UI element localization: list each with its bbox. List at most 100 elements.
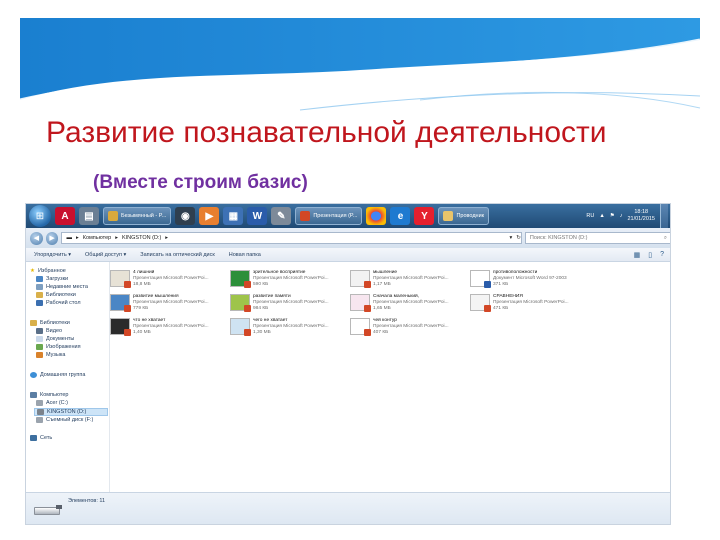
nav-item-recent[interactable]: Недавние места	[36, 284, 88, 290]
nav-item-network[interactable]: Сеть	[30, 435, 52, 441]
nav-item-drive-f[interactable]: Съемный диск (F:)	[36, 417, 93, 423]
explorer-icon[interactable]: ▤	[79, 207, 99, 225]
nav-item-homegroup[interactable]: Домашняя группа	[30, 372, 85, 378]
file-item[interactable]: Сначала маленький, Презентация Microsoft …	[350, 294, 468, 314]
library-icon	[30, 320, 37, 326]
slide-subtitle: (Вместе строим базис)	[93, 172, 308, 193]
file-item[interactable]: зрительное восприятие Презентация Microso…	[230, 270, 348, 290]
desktop-icon	[36, 300, 43, 306]
breadcrumb-computer[interactable]: Компьютер	[83, 235, 111, 241]
nav-item-label: Недавние места	[46, 284, 88, 290]
presentation-thumbnail-icon	[230, 294, 251, 312]
file-item[interactable]: противоположности Документ Microsoft Word…	[470, 270, 588, 290]
show-desktop-button[interactable]	[660, 204, 668, 228]
network-icon[interactable]: ▦	[223, 207, 244, 225]
taskbar-window-paint[interactable]: Безымянный - P...	[103, 207, 172, 225]
share-button[interactable]: Общий доступ ▾	[85, 252, 126, 258]
network-icon	[30, 435, 37, 441]
start-button[interactable]: ⊞	[29, 205, 51, 227]
file-item[interactable]: СРАВНЕНИЯ Презентация Microsoft PowerPoi.…	[470, 294, 588, 314]
file-item[interactable]: развитие памяти Презентация Microsoft Pow…	[230, 294, 348, 314]
nav-item-label: Компьютер	[40, 392, 69, 398]
taskbar-window-label: Проводник	[456, 213, 485, 219]
chevron-down-icon[interactable]: ▾	[510, 235, 513, 241]
nav-item-label: KINGSTON (D:)	[47, 409, 87, 415]
nav-item-pictures[interactable]: Изображения	[36, 344, 81, 350]
camera-icon[interactable]: ◉	[175, 207, 196, 225]
nav-item-drive-d[interactable]: KINGSTON (D:)	[34, 408, 108, 416]
language-indicator[interactable]: RU	[586, 213, 594, 219]
adobe-icon[interactable]: A	[55, 207, 75, 225]
powerpoint-icon	[244, 329, 251, 336]
forward-button[interactable]: ▶	[45, 231, 59, 245]
new-folder-button[interactable]: Новая папка	[229, 252, 261, 258]
tools-icon[interactable]: ✎	[271, 207, 292, 225]
presentation-thumbnail-icon	[470, 294, 491, 312]
address-path[interactable]: ▬ ▸ Компьютер ▸ KINGSTON (D:) ▸ ▾ ↻	[61, 232, 522, 244]
chrome-icon[interactable]	[366, 207, 387, 225]
clock[interactable]: 18:18 21/01/2015	[627, 209, 655, 223]
nav-item-downloads[interactable]: Загрузки	[36, 276, 68, 282]
command-bar: Упорядочить ▾ Общий доступ ▾ Записать на…	[26, 248, 670, 262]
music-icon	[36, 352, 43, 358]
nav-item-drive-c[interactable]: Acer (C:)	[36, 400, 68, 406]
address-bar: ◀ ▶ ▬ ▸ Компьютер ▸ KINGSTON (D:) ▸ ▾ ↻ …	[26, 228, 670, 248]
presentation-thumbnail-icon	[350, 270, 371, 288]
homegroup-icon	[30, 372, 37, 378]
nav-item-libraries[interactable]: Библиотеки	[30, 320, 70, 326]
file-item[interactable]: чего не хватает Презентация Microsoft Pow…	[230, 318, 348, 338]
refresh-icon[interactable]: ↻	[516, 235, 521, 241]
clock-date: 21/01/2015	[627, 216, 655, 222]
nav-item-video[interactable]: Видео	[36, 328, 62, 334]
burn-button[interactable]: Записать на оптический диск	[140, 252, 214, 258]
flag-icon[interactable]: ⚑	[610, 213, 615, 219]
computer-icon	[30, 392, 37, 398]
usb-drive-icon	[34, 503, 62, 517]
nav-item-music[interactable]: Музыка	[36, 352, 65, 358]
star-icon: ★	[30, 268, 35, 274]
breadcrumb-drive[interactable]: KINGSTON (D:)	[122, 235, 161, 241]
volume-icon[interactable]: ♪	[620, 213, 623, 219]
nav-item-documents[interactable]: Документы	[36, 336, 74, 342]
removable-disk-icon	[36, 417, 43, 423]
file-item[interactable]: 4 лишний Презентация Microsoft PowerPoi..…	[110, 270, 228, 290]
slide: Развитие познавательной деятельности (Вм…	[0, 0, 720, 540]
pictures-icon	[36, 344, 43, 350]
word-document-icon	[470, 270, 491, 288]
media-player-icon[interactable]: ▶	[199, 207, 220, 225]
nav-item-label: Библиотеки	[40, 320, 70, 326]
file-item[interactable]: что не хватает Презентация Microsoft Powe…	[110, 318, 228, 338]
search-input[interactable]: Поиск: KINGSTON (D:) ⌕	[524, 232, 670, 244]
breadcrumb-separator-icon: ▸	[115, 235, 118, 241]
nav-item-label: Видео	[46, 328, 63, 334]
nav-item-libraries-fav[interactable]: Библиотеки	[36, 292, 76, 298]
documents-icon	[36, 336, 43, 342]
powerpoint-icon	[484, 305, 491, 312]
yandex-icon[interactable]: Y	[414, 207, 435, 225]
taskbar-window-label: Презентация (P...	[313, 213, 358, 219]
nav-item-computer[interactable]: Компьютер	[30, 392, 68, 398]
file-item[interactable]: мышление Презентация Microsoft PowerPoi..…	[350, 270, 468, 290]
nav-item-label: Съемный диск (F:)	[46, 417, 94, 423]
view-options-icon[interactable]: ▦	[634, 251, 641, 259]
preview-pane-icon[interactable]: ▯	[648, 251, 652, 259]
nav-item-desktop[interactable]: Рабочий стол	[36, 300, 81, 306]
file-item[interactable]: развитие мышления Презентация Microsoft P…	[110, 294, 228, 314]
taskbar: ⊞ A ▤ Безымянный - P... ◉ ▶ ▦ W ✎ Презен…	[26, 204, 670, 228]
presentation-thumbnail-icon	[350, 318, 371, 336]
word-icon[interactable]: W	[247, 207, 268, 225]
nav-item-label: Домашняя группа	[40, 372, 86, 378]
tray-arrow-icon[interactable]: ▲	[599, 213, 604, 219]
presentation-thumbnail-icon	[230, 318, 251, 336]
help-icon[interactable]: ?	[660, 251, 664, 259]
organize-button[interactable]: Упорядочить ▾	[34, 252, 71, 258]
nav-item-favorites[interactable]: ★ Избранное	[30, 268, 66, 274]
internet-explorer-icon[interactable]: e	[390, 207, 411, 225]
back-button[interactable]: ◀	[30, 231, 43, 245]
taskbar-window-label: Безымянный - P...	[121, 213, 167, 219]
taskbar-window-powerpoint[interactable]: Презентация (P...	[295, 207, 363, 225]
file-item[interactable]: чей контур Презентация Microsoft PowerPoi…	[350, 318, 468, 338]
taskbar-window-explorer[interactable]: Проводник	[438, 207, 490, 225]
drive-icon: ▬	[66, 235, 72, 241]
powerpoint-icon	[124, 281, 131, 288]
